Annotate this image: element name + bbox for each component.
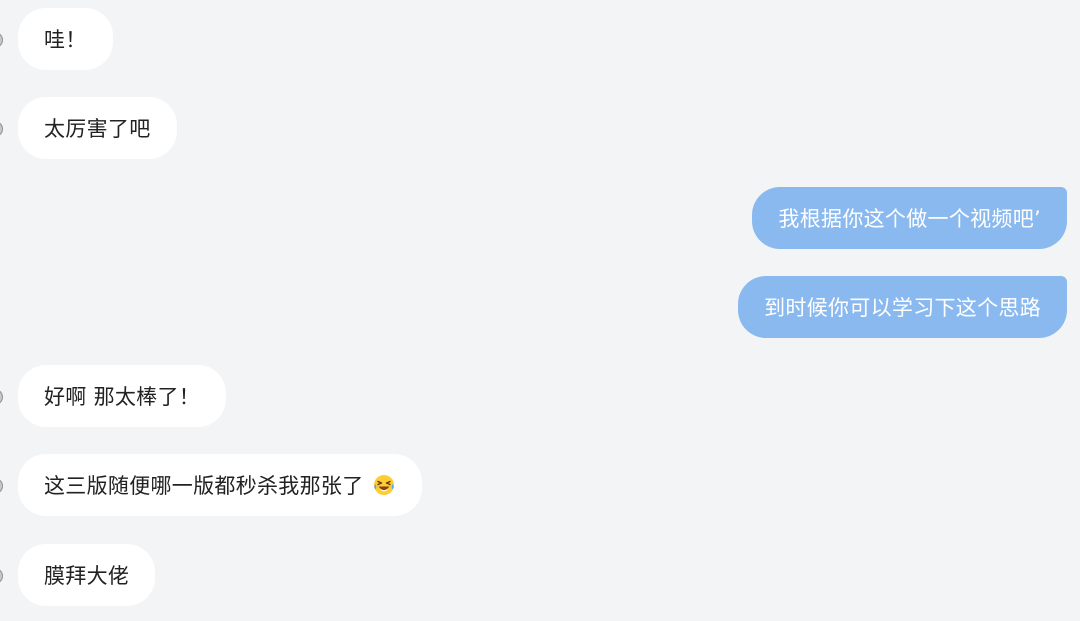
laughing-tears-emoji-icon (373, 475, 394, 495)
sender-avatar[interactable] (0, 389, 3, 405)
incoming-message-bubble[interactable]: 太厉害了吧 (18, 97, 177, 159)
message-row-7: 膜拜大佬 (0, 544, 1080, 606)
message-row-5: 好啊 那太棒了！ (0, 365, 1080, 427)
message-text: 我根据你这个做一个视频吧’ (778, 207, 1041, 231)
message-row-1: 哇！ (0, 8, 1080, 70)
message-row-4: 到时候你可以学习下这个思路 (0, 276, 1080, 338)
message-text: 太厉害了吧 (44, 117, 151, 141)
message-row-2: 太厉害了吧 (0, 97, 1080, 159)
message-text: 到时候你可以学习下这个思路 (764, 296, 1041, 320)
incoming-message-bubble[interactable]: 膜拜大佬 (18, 544, 156, 606)
sender-avatar[interactable] (0, 478, 3, 494)
message-text: 好啊 那太棒了！ (44, 385, 201, 409)
incoming-message-bubble[interactable]: 这三版随便哪一版都秒杀我那张了 (18, 454, 422, 516)
outgoing-message-bubble[interactable]: 我根据你这个做一个视频吧’ (752, 187, 1067, 249)
chat-transcript: 哇！ 太厉害了吧 我根据你这个做一个视频吧’ 到时候你可以学习下这个思路 好啊 … (0, 0, 1080, 621)
sender-avatar[interactable] (0, 568, 3, 584)
sender-avatar[interactable] (0, 32, 3, 48)
message-text: 这三版随便哪一版都秒杀我那张了 (44, 474, 364, 498)
message-text: 膜拜大佬 (44, 564, 130, 588)
message-row-3: 我根据你这个做一个视频吧’ (0, 187, 1080, 249)
message-row-6: 这三版随便哪一版都秒杀我那张了 (0, 454, 1080, 516)
sender-avatar[interactable] (0, 121, 3, 137)
outgoing-message-bubble[interactable]: 到时候你可以学习下这个思路 (738, 276, 1067, 338)
incoming-message-bubble[interactable]: 好啊 那太棒了！ (18, 365, 227, 427)
incoming-message-bubble[interactable]: 哇！ (18, 8, 113, 70)
message-text: 哇！ (44, 28, 87, 52)
